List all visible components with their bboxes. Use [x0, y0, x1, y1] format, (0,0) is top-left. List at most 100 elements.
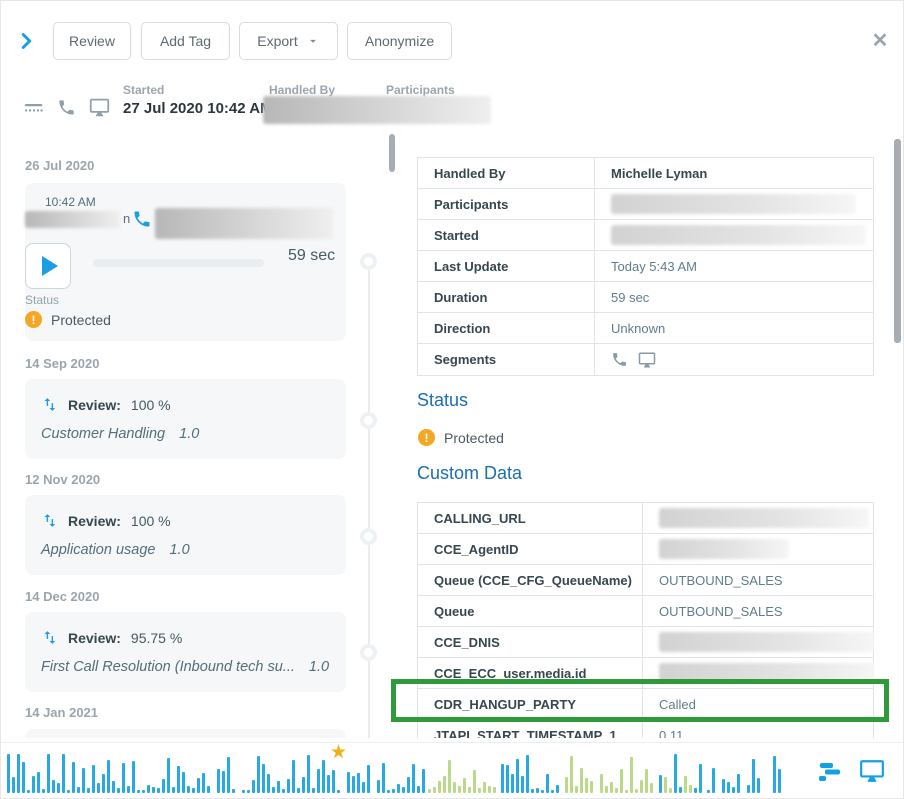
audio-progress-bar[interactable]: [93, 259, 264, 267]
play-button[interactable]: [25, 243, 71, 289]
review-form-name: First Call Resolution (Inbound tech su..…: [41, 659, 295, 675]
redacted-value: [659, 508, 869, 528]
waveform-bar: [433, 787, 436, 793]
review-label: Review:: [68, 397, 121, 413]
timeline-card-call[interactable]: 10:42 AM n 59 sec Status ! Protected: [25, 183, 346, 341]
waveform-bar: [546, 774, 549, 793]
waveform-bar: [347, 772, 350, 793]
waveform-bar: [182, 772, 185, 793]
waveform-bar: [47, 754, 50, 793]
redacted-value: [659, 663, 874, 683]
timeline-node: [360, 253, 377, 270]
waveform-bar: [493, 787, 496, 793]
redacted-phone-number: [155, 208, 333, 239]
timeline-date: 12 Nov 2020: [25, 472, 100, 487]
export-button-label: Export: [257, 33, 297, 49]
row-value: Michelle Lyman: [594, 158, 873, 188]
row-label: Duration: [418, 290, 594, 305]
timeline-card-review[interactable]: Review: 100 % Customer Handling 1.0: [25, 379, 346, 459]
row-value: 59 sec: [594, 282, 873, 312]
waveform-bar: [332, 770, 335, 793]
timeline-card-partial[interactable]: [25, 729, 346, 738]
timeline-card-review[interactable]: Review: 95.75 % First Call Resolution (I…: [25, 612, 346, 692]
waveform-bar: [483, 782, 486, 793]
call-time: 10:42 AM: [45, 195, 326, 209]
waveform-bar: [773, 756, 776, 793]
waveform-bar: [707, 790, 710, 793]
waveform-bar: [247, 790, 250, 793]
waveform-bar: [322, 760, 325, 793]
row-value: [642, 534, 873, 564]
waveform-bar: [92, 765, 95, 793]
waveform-bar: [277, 781, 280, 793]
timeline-date: 14 Jan 2021: [25, 705, 98, 720]
segments-view-icon[interactable]: [816, 760, 844, 788]
waveform-bar: [217, 769, 220, 793]
waveform-bar: [752, 759, 755, 793]
waveform-bar: [458, 786, 461, 793]
waveform-bar: [448, 760, 451, 793]
close-icon[interactable]: ✕: [869, 30, 891, 52]
waveform-bar: [453, 782, 456, 793]
play-icon: [42, 256, 58, 276]
waveform-bar: [412, 764, 415, 793]
table-row: CCE_DNIS: [418, 627, 873, 658]
table-row: CDR_HANGUP_PARTYCalled: [418, 689, 873, 720]
waveform-bar: [575, 786, 578, 793]
waveform-bar: [197, 778, 200, 793]
waveform-bar: [297, 788, 300, 793]
waveform-bar: [531, 789, 534, 793]
row-label: Last Update: [418, 259, 594, 274]
review-label: Review:: [68, 630, 121, 646]
waveform-bar: [387, 790, 390, 793]
left-panel-scrollbar[interactable]: [389, 134, 395, 172]
status-protected-value: Protected: [444, 430, 504, 446]
add-tag-button-label: Add Tag: [160, 33, 211, 49]
add-tag-button[interactable]: Add Tag: [141, 22, 230, 60]
waveform-bar: [674, 754, 677, 793]
table-row: QueueOUTBOUND_SALES: [418, 596, 873, 627]
waveform-bar: [645, 769, 648, 793]
waveform-bar: [262, 764, 265, 793]
waveform-bar: [207, 786, 210, 793]
waveform-bar: [722, 779, 725, 793]
table-row: DirectionUnknown: [418, 313, 873, 344]
anonymize-button[interactable]: Anonymize: [347, 22, 452, 60]
phone-icon: [611, 351, 628, 368]
waveform-bar: [570, 756, 573, 793]
screen-recording-icon[interactable]: [859, 758, 887, 786]
waveform-bar: [615, 788, 618, 793]
waveform-bar: [585, 778, 588, 793]
waveform-bar: [438, 781, 441, 793]
waveform-bar: [112, 781, 115, 793]
timeline-card-review[interactable]: Review: 100 % Application usage 1.0: [25, 495, 346, 575]
row-value: Unknown: [594, 313, 873, 343]
waveform-bar: [526, 755, 529, 793]
waveform-bar: [565, 777, 568, 793]
waveform-bar: [42, 789, 45, 793]
custom-data-table-viewport: CALLING_URLCCE_AgentIDQueue (CCE_CFG_Que…: [417, 502, 874, 738]
export-button[interactable]: Export: [239, 22, 338, 60]
right-panel-scrollbar[interactable]: [894, 139, 901, 343]
waveform-bar: [590, 781, 593, 793]
row-label: CDR_HANGUP_PARTY: [418, 697, 642, 712]
waveform-bar: [521, 776, 524, 793]
waveform-bar: [516, 759, 519, 793]
waveform-bar: [122, 763, 125, 793]
redacted-value: [659, 539, 789, 559]
expand-panel-icon[interactable]: [15, 30, 37, 52]
waveform-bar: [302, 777, 305, 793]
row-label: Participants: [418, 197, 594, 212]
waveform-bar: [17, 754, 20, 793]
review-button[interactable]: Review: [53, 22, 131, 60]
waveform[interactable]: [1, 743, 791, 799]
review-arrows-icon: [41, 512, 58, 529]
timeline-connector: [368, 269, 370, 738]
star-marker-icon[interactable]: ★: [330, 743, 347, 762]
waveform-bar: [664, 777, 667, 793]
waveform-bar: [605, 786, 608, 793]
redacted-value: [659, 632, 874, 652]
waveform-bar: [102, 774, 105, 793]
waveform-bar: [650, 783, 653, 793]
timeline-node: [360, 412, 377, 429]
